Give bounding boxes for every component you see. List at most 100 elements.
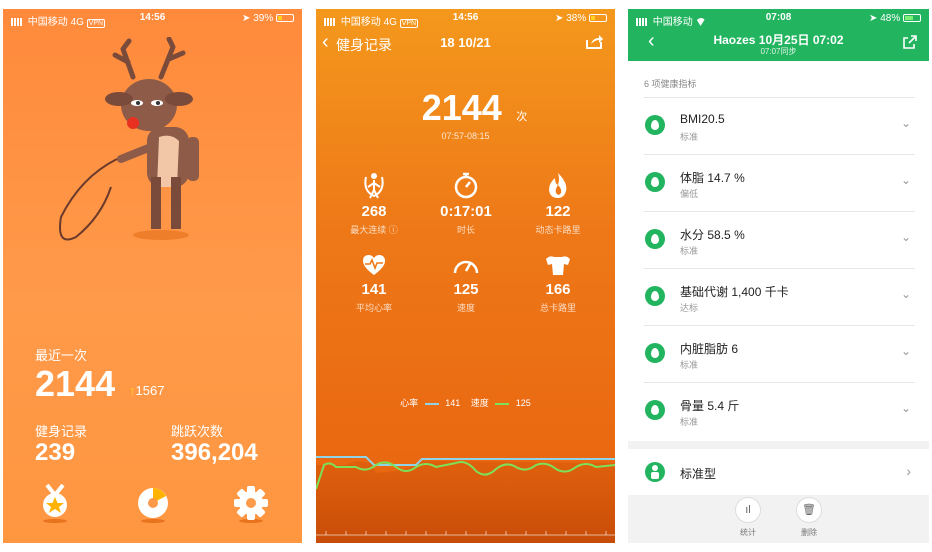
recent-label: 最近一次 (35, 348, 88, 363)
chevron-down-icon: ⌄ (900, 230, 911, 244)
metric-unit: % (734, 228, 745, 242)
delete-button[interactable]: 🗑 删除 (791, 497, 827, 538)
legend-speed-swatch (495, 402, 510, 405)
metric-value: 14.7 (707, 171, 731, 185)
records-value: 239 (35, 439, 76, 466)
recent-delta: 1567 (135, 383, 165, 398)
metric-name: 基础代谢 (680, 285, 729, 299)
metric-name: 骨量 (680, 399, 705, 413)
stat-value: 0:17:01 (440, 203, 492, 220)
phone-health-metrics: 中国移动 07:08 ➤ 48% ‹ Haozes 10月25日 07:02 0… (628, 9, 929, 543)
metric-status: 标准 (680, 360, 699, 370)
metric-visceral-fat[interactable]: 内脏脂肪 6 标准 ⌄ (628, 326, 929, 383)
battery-percent: 38% (566, 13, 587, 24)
muscle-icon (546, 256, 570, 275)
reindeer-illustration (59, 37, 199, 241)
metric-bmi[interactable]: BMI20.5 标准 ⌄ (628, 98, 929, 155)
records-label: 健身记录 (35, 424, 88, 439)
stat-value: 141 (361, 281, 387, 298)
stats-label: 统计 (740, 528, 756, 537)
person-icon (645, 462, 665, 482)
share-icon[interactable] (585, 34, 603, 50)
section-label: 6 项健康指标 (644, 79, 697, 89)
status-bar: 中国移动 4G VPN 14:56 ➤ 39% (3, 9, 302, 28)
jump-count: 2144 (421, 87, 502, 128)
bone-icon (645, 400, 665, 420)
flame-icon (549, 173, 567, 198)
metric-body-fat[interactable]: 体脂 14.7 % 偏低 ⌄ (628, 155, 929, 212)
stat-total-calories: 166 总卡路里 (508, 247, 608, 314)
jump-count-unit: 次 (516, 111, 528, 123)
metric-status: 达标 (680, 303, 699, 313)
location-icon: ➤ (242, 13, 251, 24)
stats-button[interactable]: ıl 统计 (730, 497, 766, 538)
recent-value: 2144 (35, 363, 116, 404)
delete-label: 删除 (801, 528, 817, 537)
body-fat-icon (645, 172, 665, 192)
jumps-value: 396,204 (171, 439, 258, 466)
jumps-label: 跳跃次数 (171, 424, 224, 439)
chevron-down-icon: ⌄ (900, 287, 911, 301)
trash-icon: 🗑 (796, 497, 822, 523)
speedometer-icon (453, 260, 479, 274)
chevron-right-icon: › (906, 463, 911, 479)
workout-chart (316, 456, 615, 543)
legend-hr-label: 心率 (400, 398, 419, 408)
chevron-down-icon: ⌄ (900, 173, 911, 187)
chart-icon[interactable] (133, 483, 173, 523)
metric-value: 20.5 (701, 112, 725, 126)
sync-time: 07:07同步 (760, 47, 797, 56)
metabolism-icon (645, 286, 665, 306)
stopwatch-icon (454, 172, 478, 199)
visceral-fat-icon (645, 343, 665, 363)
share-icon[interactable] (903, 35, 917, 49)
metric-name: BMI (680, 112, 702, 126)
nav-bar: ‹ 健身记录 18 10/21 (316, 29, 615, 59)
time-range: 07:57-08:15 (441, 131, 490, 141)
stat-label: 速度 (456, 303, 475, 313)
metric-bmr[interactable]: 基础代谢 1,400 千卡 达标 ⌄ (628, 269, 929, 326)
status-bar: 中国移动 07:08 ➤ 48% (628, 9, 929, 28)
metric-value: 58.5 (707, 228, 731, 242)
stat-label: 动态卡路里 (535, 225, 581, 235)
stat-label: 最大连续 ⓘ (350, 225, 398, 235)
legend-hr-swatch (424, 402, 439, 405)
metric-status: 偏低 (680, 189, 699, 199)
metric-water[interactable]: 水分 58.5 % 标准 ⌄ (628, 212, 929, 269)
metric-name: 体脂 (680, 171, 705, 185)
stat-max-continuous: 268 最大连续 ⓘ (324, 169, 424, 236)
stat-value: 122 (545, 203, 571, 220)
battery-icon (903, 14, 921, 22)
legend-speed-label: 速度 (470, 398, 489, 408)
metric-value: 1,400 (731, 285, 762, 299)
stat-speed: 125 速度 (416, 247, 516, 314)
metric-value: 6 (731, 342, 739, 356)
stat-label: 平均心率 (355, 303, 392, 313)
metrics-list: 6 项健康指标 BMI20.5 标准 ⌄ 体脂 14.7 % 偏低 ⌄ 水分 5… (628, 61, 929, 441)
stat-duration: 0:17:01 时长 (416, 169, 516, 236)
stat-value: 268 (361, 203, 387, 220)
stat-value: 125 (453, 281, 479, 298)
water-drop-icon (645, 229, 665, 249)
stat-value: 166 (545, 281, 571, 298)
chevron-down-icon: ⌄ (900, 401, 911, 415)
metric-bone-mass[interactable]: 骨量 5.4 斤 标准 ⌄ (628, 383, 929, 440)
metric-name: 内脏脂肪 (680, 342, 729, 356)
battery-icon (589, 14, 607, 22)
metric-unit: 斤 (727, 399, 740, 413)
header: 中国移动 07:08 ➤ 48% ‹ Haozes 10月25日 07:02 0… (628, 9, 929, 61)
body-type-row[interactable]: 标准型 › (628, 449, 929, 495)
chart-legend: 心率 141 速度 125 (316, 396, 615, 409)
chevron-down-icon: ⌄ (900, 116, 911, 130)
phone-jump-summary: 中国移动 4G VPN 14:56 ➤ 39% 最近一次 2144 ↑1567 … (3, 9, 302, 543)
body-type-label: 标准型 (680, 467, 717, 481)
location-icon: ➤ (869, 13, 878, 24)
battery-percent: 39% (253, 13, 274, 24)
medal-icon[interactable] (35, 483, 75, 523)
jump-rope-icon (364, 173, 384, 199)
legend-hr-value: 141 (445, 398, 461, 408)
gear-icon[interactable] (231, 483, 271, 523)
metric-status: 标准 (680, 132, 699, 142)
metric-unit: 千卡 (764, 285, 789, 299)
bar-chart-icon: ıl (735, 497, 761, 523)
